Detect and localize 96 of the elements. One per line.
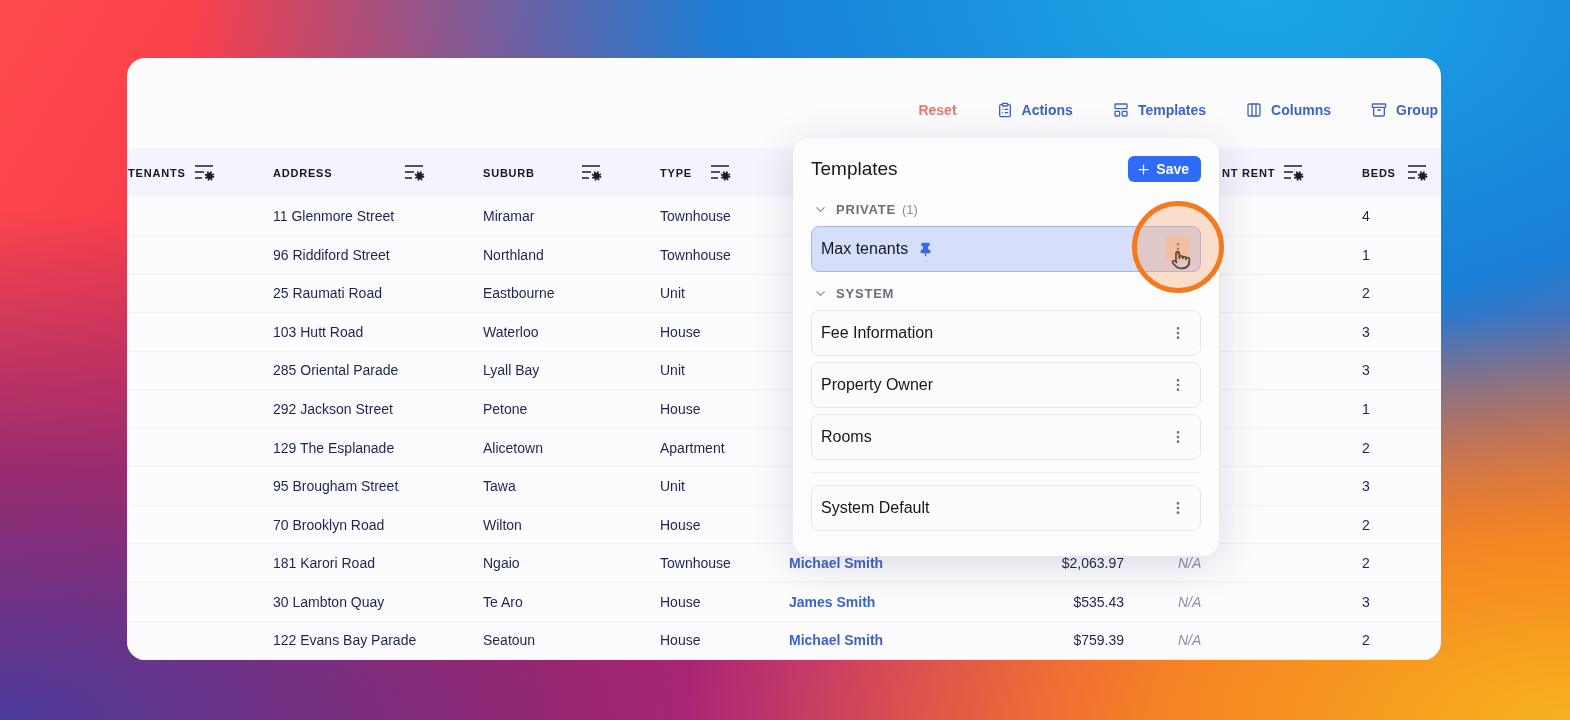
table-cell: Unit xyxy=(660,285,685,302)
table-cell: Townhouse xyxy=(660,246,731,263)
column-header: NT RENT xyxy=(1222,166,1276,179)
layout-icon xyxy=(1112,102,1129,119)
table-cell: Lyall Bay xyxy=(483,362,540,379)
template-item[interactable]: Property Owner xyxy=(811,362,1201,408)
table-cell: Eastbourne xyxy=(483,285,555,302)
table-cell: Northland xyxy=(483,246,544,263)
filter-settings-icon[interactable] xyxy=(581,164,602,182)
table-cell: 122 Evans Bay Parade xyxy=(273,632,417,649)
section-heading: PRIVATE xyxy=(836,201,896,217)
filter-settings-icon[interactable] xyxy=(710,164,731,182)
filter-settings-icon[interactable] xyxy=(404,164,425,182)
table-cell: House xyxy=(660,632,701,649)
owner-link[interactable]: Michael Smith xyxy=(789,555,884,572)
filter-settings-icon[interactable] xyxy=(1283,164,1304,182)
filter-settings-icon[interactable] xyxy=(194,164,215,182)
table-cell: Townhouse xyxy=(660,208,731,225)
table-cell: Seatoun xyxy=(483,632,536,649)
templates-button[interactable]: Templates xyxy=(1112,102,1207,119)
table-cell: N/A xyxy=(1178,593,1202,610)
clipboard-icon xyxy=(996,102,1013,119)
columns-button[interactable]: Columns xyxy=(1246,102,1331,119)
table-cell: 95 Brougham Street xyxy=(273,478,399,495)
save-button[interactable]: Save xyxy=(1128,156,1201,182)
table-cell: Waterloo xyxy=(483,323,539,340)
table-cell: 96 Riddiford Street xyxy=(273,246,390,263)
template-item[interactable]: Rooms xyxy=(811,414,1201,460)
table-cell: 70 Brooklyn Road xyxy=(273,516,385,533)
hand-cursor-icon xyxy=(1171,250,1191,270)
table-cell: 181 Karori Road xyxy=(273,555,375,572)
table-cell: Wilton xyxy=(483,516,522,533)
table-cell: 3 xyxy=(1362,362,1370,379)
table-cell: House xyxy=(660,593,701,610)
filter-settings-icon[interactable] xyxy=(1407,164,1428,182)
table-cell: Unit xyxy=(660,478,685,495)
column-header: TYPE xyxy=(660,166,692,179)
table-cell: 11 Glenmore Street xyxy=(273,208,395,225)
owner-link[interactable]: Michael Smith xyxy=(789,632,884,649)
table-cell: Tawa xyxy=(483,478,516,495)
table-cell: 2 xyxy=(1362,632,1370,649)
section-heading: SYSTEM xyxy=(836,285,895,301)
template-name: System Default xyxy=(821,499,930,517)
table-cell: 1 xyxy=(1362,246,1370,263)
reset-button[interactable]: Reset xyxy=(918,102,957,119)
table-cell: $759.39 xyxy=(1073,632,1124,649)
table-cell: 1 xyxy=(1362,401,1370,417)
template-item[interactable]: Max tenants xyxy=(811,226,1201,272)
column-header: ADDRESS xyxy=(273,166,333,179)
section-count: (1) xyxy=(902,201,918,217)
table-cell: 285 Oriental Parade xyxy=(273,362,399,379)
table-cell: Te Aro xyxy=(483,593,523,610)
table-cell: 103 Hutt Road xyxy=(273,323,364,340)
table-cell: Ngaio xyxy=(483,555,520,572)
owner-link[interactable]: James Smith xyxy=(789,593,876,610)
column-header: BEDS xyxy=(1362,166,1396,179)
box-icon xyxy=(1371,102,1387,119)
group-button[interactable]: Group xyxy=(1371,102,1438,119)
table-cell: 2 xyxy=(1362,516,1370,533)
template-name: Fee Information xyxy=(821,324,934,342)
table-cell: Miramar xyxy=(483,208,535,225)
table-cell: N/A xyxy=(1178,632,1202,649)
table-cell: 2 xyxy=(1362,285,1370,302)
column-header: TENANTS xyxy=(128,166,186,179)
plus-icon xyxy=(1136,161,1152,177)
table-cell: 292 Jackson Street xyxy=(273,401,393,417)
template-name: Max tenants xyxy=(821,240,909,258)
table-cell: House xyxy=(660,401,701,417)
template-item[interactable]: System Default xyxy=(811,485,1201,531)
table-cell: 129 The Esplanade xyxy=(273,439,395,456)
table-cell: Townhouse xyxy=(660,555,731,572)
table-cell: 3 xyxy=(1362,323,1370,340)
table-cell: 3 xyxy=(1362,478,1370,495)
table-cell: House xyxy=(660,516,701,533)
template-name: Rooms xyxy=(821,428,872,446)
table-cell: Petone xyxy=(483,401,528,417)
table-cell: Apartment xyxy=(660,439,725,456)
more-options-button[interactable] xyxy=(1166,236,1190,262)
template-name: Property Owner xyxy=(821,376,934,394)
table-cell: Alicetown xyxy=(483,439,543,456)
table-cell: Unit xyxy=(660,362,685,379)
table-cell: 4 xyxy=(1362,208,1370,225)
table-cell: 25 Raumati Road xyxy=(273,285,382,302)
table-cell: House xyxy=(660,323,701,340)
table-cell: $535.43 xyxy=(1073,593,1124,610)
table-cell: 3 xyxy=(1362,593,1370,610)
column-header: SUBURB xyxy=(483,166,535,179)
table-cell: 2 xyxy=(1362,555,1370,572)
template-item[interactable]: Fee Information xyxy=(811,310,1201,356)
columns-icon xyxy=(1246,102,1263,119)
table-cell: 30 Lambton Quay xyxy=(273,593,385,610)
table-cell: N/A xyxy=(1178,555,1202,572)
table-cell: 2 xyxy=(1362,439,1370,456)
actions-button[interactable]: Actions xyxy=(996,102,1073,119)
popup-title: Templates xyxy=(811,158,898,180)
table-cell: $2,063.97 xyxy=(1061,555,1124,572)
